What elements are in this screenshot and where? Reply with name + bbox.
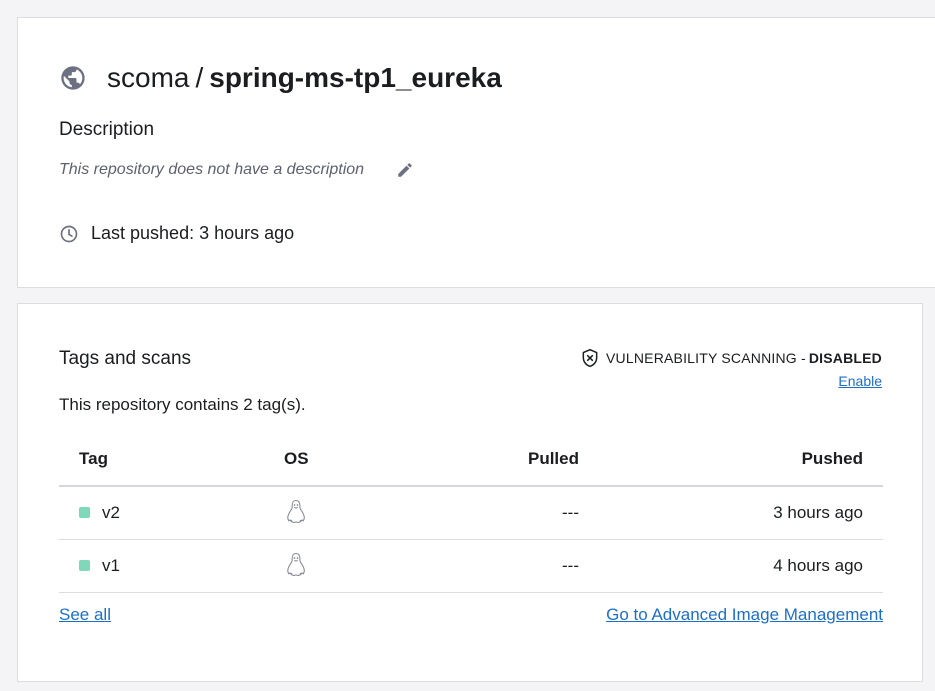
column-header-tag[interactable]: Tag — [59, 432, 284, 487]
tags-heading: Tags and scans — [59, 348, 192, 369]
tag-count-text: This repository contains 2 tag(s). — [59, 395, 306, 414]
tags-and-scans-card: Tags and scans VULNERABILITY SCANNING - … — [17, 303, 923, 682]
tags-footer-links: See all Go to Advanced Image Management — [59, 605, 883, 625]
pulled-cell: --- — [404, 539, 579, 593]
repository-namespace[interactable]: scoma — [107, 62, 189, 94]
vulnerability-scanning: VULNERABILITY SCANNING - DISABLED Enable — [580, 348, 882, 391]
pushed-cell: 4 hours ago — [579, 539, 883, 593]
tag-name[interactable]: v2 — [102, 503, 120, 523]
vulnerability-status-line: VULNERABILITY SCANNING - DISABLED — [580, 348, 882, 368]
linux-icon — [287, 500, 305, 524]
repository-summary-card: scoma / spring-ms-tp1_eureka Description… — [17, 17, 935, 288]
enable-scanning-link[interactable]: Enable — [838, 373, 882, 389]
os-cell — [284, 486, 404, 540]
table-row[interactable]: v1 --- 4 hours ago — [59, 539, 883, 593]
tag-status-dot — [79, 507, 90, 519]
description-heading: Description — [59, 119, 155, 140]
vulnerability-status: DISABLED — [808, 350, 882, 366]
edit-icon[interactable] — [396, 161, 414, 179]
tags-table: Tag OS Pulled Pushed v2 --- 3 hours ago … — [59, 432, 883, 593]
column-header-os: OS — [284, 432, 404, 487]
column-header-pulled[interactable]: Pulled — [404, 432, 579, 487]
tags-table-header: Tag OS Pulled Pushed — [59, 432, 883, 487]
shield-x-icon — [582, 348, 598, 368]
table-row[interactable]: v2 --- 3 hours ago — [59, 486, 883, 540]
see-all-link[interactable]: See all — [59, 605, 111, 625]
advanced-image-management-link[interactable]: Go to Advanced Image Management — [606, 605, 883, 625]
tag-cell: v2 — [59, 486, 284, 540]
tag-name[interactable]: v1 — [102, 556, 120, 576]
linux-icon — [287, 552, 305, 576]
vulnerability-label: VULNERABILITY SCANNING - — [606, 350, 806, 366]
os-cell — [284, 539, 404, 593]
description-row: This repository does not have a descript… — [59, 161, 414, 179]
clock-icon — [60, 225, 78, 242]
tag-cell: v1 — [59, 539, 284, 593]
pulled-cell: --- — [404, 486, 579, 540]
description-text: This repository does not have a descript… — [59, 161, 365, 178]
last-pushed-row: Last pushed: 3 hours ago — [59, 223, 294, 244]
repository-separator: / — [195, 62, 204, 93]
column-header-pushed[interactable]: Pushed — [579, 432, 883, 487]
globe-icon — [61, 66, 85, 90]
repository-name: spring-ms-tp1_eureka — [209, 62, 502, 93]
last-pushed-text: Last pushed: 3 hours ago — [91, 223, 295, 243]
tag-status-dot — [79, 560, 90, 571]
repository-title: scoma / spring-ms-tp1_eureka — [59, 62, 502, 94]
pushed-cell: 3 hours ago — [579, 486, 883, 540]
